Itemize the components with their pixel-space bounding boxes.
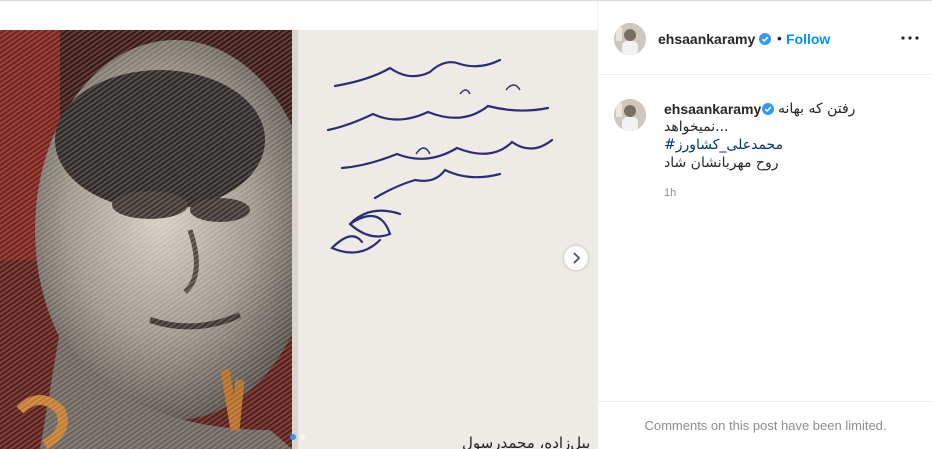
more-options-icon[interactable] [898,29,922,47]
image-caption-text: پیل‌زاده، محمدرسول [462,434,591,449]
carousel-next-button[interactable] [564,246,588,270]
hashtag-link[interactable]: #محمدعلی_کشاورز [664,137,783,153]
carousel-indicator [290,434,306,440]
post-header: ehsaankaramy • Follow [598,1,932,75]
caption-line: روح مهربانشان شاد [664,155,779,171]
avatar[interactable] [614,23,646,55]
carousel-dot-2 [300,434,306,440]
post-sidebar: ehsaankaramy • Follow ehsaankaramy رفتن … [597,1,932,449]
follow-button[interactable]: Follow [786,31,830,47]
chevron-right-icon [573,252,581,264]
verified-badge-icon [762,103,774,115]
post-container: پیل‌زاده، محمدرسول ehsaankaramy • Follow [0,0,932,449]
avatar[interactable] [614,99,646,131]
caption-line: رفتن که بهانه [778,101,856,117]
username-link[interactable]: ehsaankaramy [658,31,755,47]
carousel-dot-1 [290,434,296,440]
profile-picture [614,23,646,55]
post-image [0,30,597,449]
caption-line: نمیخواهد... [664,119,729,135]
post-media[interactable]: پیل‌زاده، محمدرسول [0,30,597,449]
caption-username-link[interactable]: ehsaankaramy [664,101,761,117]
post-timestamp[interactable]: 1h [664,187,676,199]
profile-picture [614,99,646,131]
separator-dot: • [777,30,782,46]
verified-badge-icon [759,33,771,45]
comments-limited-notice: Comments on this post have been limited. [598,401,932,449]
